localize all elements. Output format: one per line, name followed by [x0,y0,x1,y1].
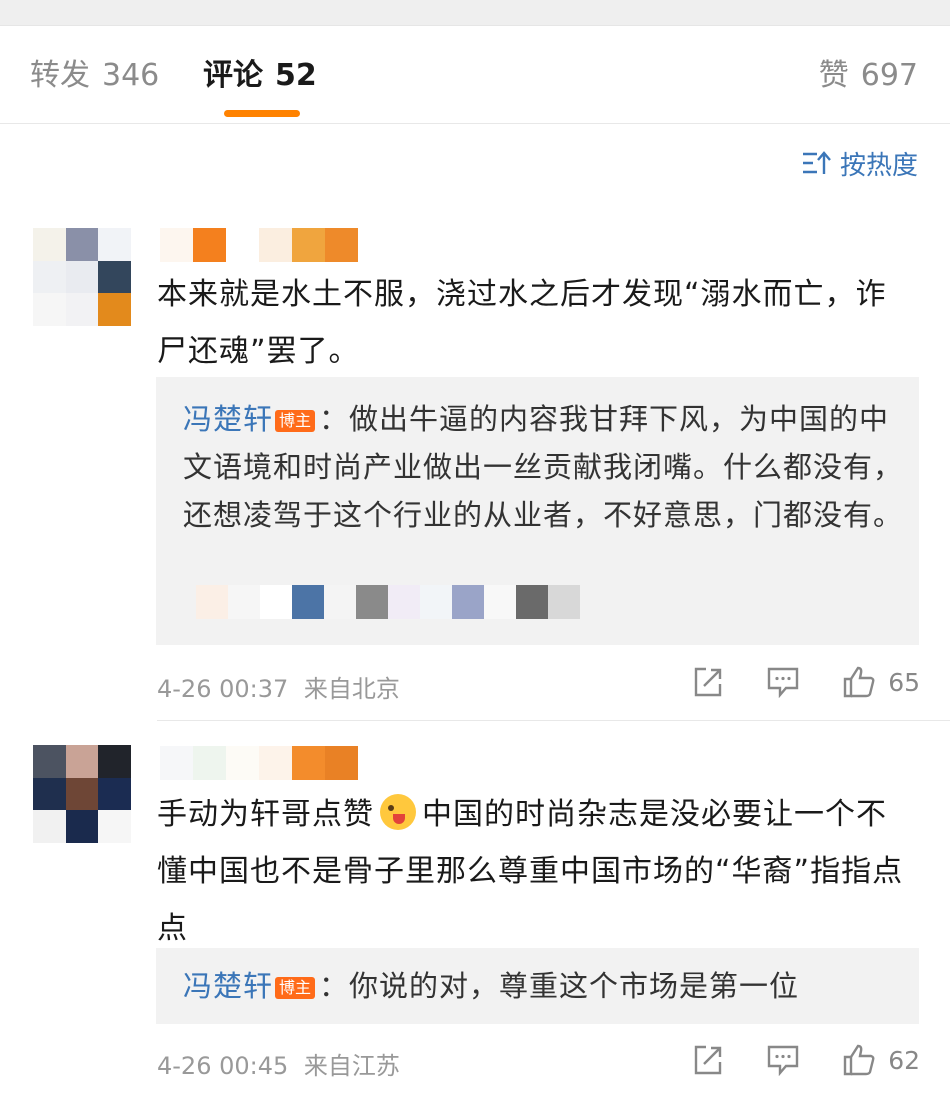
avatar[interactable] [33,228,131,326]
reply-colon: ： [319,402,350,436]
share-button[interactable] [692,666,724,698]
comment-meta: 4-26 00:37 来自北京 [157,669,400,704]
grin-emoji-icon [380,794,416,830]
tab-comment-count: 52 [275,58,317,93]
thumbs-up-icon [843,666,875,698]
share-button[interactable] [692,1044,724,1076]
comment-actions: 65 [650,665,920,699]
comment-icon [767,1045,799,1076]
like-button[interactable]: 62 [842,1043,920,1077]
tab-repost[interactable]: 转发 346 [30,56,159,96]
reply-author-name[interactable]: 冯楚轩 [183,969,273,1003]
comment-text: 本来就是水土不服，浇过水之后才发现“溺水而亡，诈尸还魂”罢了。 [157,277,887,369]
author-badge: 博主 [275,977,316,999]
comment-meta: 4-26 00:45 来自江苏 [157,1046,400,1081]
reply-colon: ： [319,969,350,1003]
reply-button[interactable] [766,1044,800,1076]
reply-author-name[interactable]: 冯楚轩 [183,402,273,436]
comment-location: 来自北京 [303,675,400,703]
comment-time: 4-26 00:37 [157,675,289,703]
share-icon [694,1045,722,1075]
comment-actions: 62 [650,1043,920,1077]
tab-like-label: 赞 [818,58,849,93]
comment-divider [157,720,950,721]
tab-bar: 转发 346 评论 52 赞 697 [0,26,950,124]
author-reply[interactable]: 冯楚轩 博主 ：你说的对，尊重这个市场是第一位 [156,948,919,1024]
reply-text: 冯楚轩 博主 ：做出牛逼的内容我甘拜下风，为中国的中文语境和时尚产业做出一丝贡献我闭… [183,395,903,539]
tab-like-count: 697 [860,58,918,93]
reply-body: 你说的对，尊重这个市场是第一位 [349,969,800,1003]
like-count: 62 [888,1045,920,1075]
thumbs-up-icon [843,1044,875,1076]
author-badge: 博主 [275,410,316,432]
sort-button[interactable]: 按热度 [802,146,918,181]
comment-text: 手动为轩哥点赞 中国的时尚杂志是没必要让一个不懂中国也不是骨子里那么尊重中国市场的… [157,786,917,957]
author-reply[interactable]: 冯楚轩 博主 ：做出牛逼的内容我甘拜下风，为中国的中文语境和时尚产业做出一丝贡献我闭… [156,377,919,645]
tab-repost-count: 346 [102,58,160,93]
comment-time: 4-26 00:45 [157,1052,289,1080]
sort-label: 按热度 [839,150,918,181]
like-count: 65 [888,667,920,697]
top-strip [0,0,950,26]
like-button[interactable]: 65 [842,665,920,699]
comment-icon [767,667,799,698]
sort-icon [802,151,831,174]
share-icon [694,667,722,697]
active-tab-indicator [224,110,300,117]
reply-text: 冯楚轩 博主 ：你说的对，尊重这个市场是第一位 [183,962,903,1010]
tab-comment[interactable]: 评论 52 [203,56,317,96]
tab-repost-label: 转发 [30,58,90,93]
tab-comment-label: 评论 [203,58,263,93]
comment-location: 来自江苏 [303,1052,400,1080]
comment-text-before: 手动为轩哥点赞 [157,797,374,832]
avatar[interactable] [33,745,131,843]
tab-like[interactable]: 赞 697 [819,56,918,96]
username-blurred[interactable] [160,228,358,262]
reply-button[interactable] [766,666,800,698]
username-blurred[interactable] [160,746,358,780]
blurred-reply-content [196,585,580,619]
